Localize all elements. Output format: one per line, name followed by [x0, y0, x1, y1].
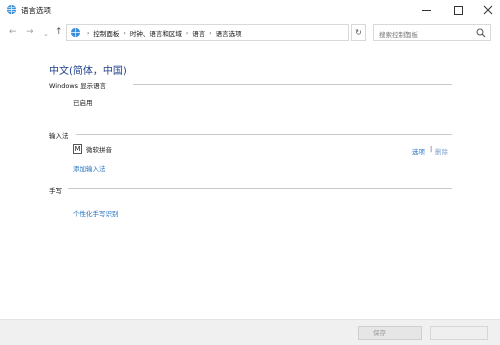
control-panel-icon — [70, 27, 81, 38]
display-language-heading: Windows 显示语言 — [49, 82, 107, 90]
refresh-button[interactable]: ↻ — [351, 24, 366, 41]
section-divider — [68, 188, 452, 189]
input-method-remove-link[interactable]: 删除 — [435, 146, 448, 156]
breadcrumb-item[interactable]: 语言选项 — [216, 28, 242, 38]
input-method-item: M 微软拼音 — [73, 144, 112, 154]
footer-bar: 保存 — [0, 319, 500, 345]
back-arrow-icon[interactable]: ← — [9, 26, 17, 38]
add-input-method-link[interactable]: 添加输入法 — [73, 163, 106, 173]
up-arrow-icon[interactable]: ↑ — [55, 26, 63, 38]
breadcrumb-item[interactable]: 控制面板 — [93, 28, 119, 38]
forward-arrow-icon[interactable]: → — [26, 26, 34, 38]
handwriting-heading: 手写 — [49, 187, 62, 195]
close-button[interactable] — [473, 0, 500, 20]
close-icon — [483, 5, 493, 15]
main-content: 中文(简体，中国) Windows 显示语言 已启用 输入法 M 微软拼音 选项… — [0, 44, 500, 319]
search-input[interactable]: 搜索控制面板 — [373, 24, 491, 41]
keyboard-layout-icon: M — [73, 144, 82, 154]
input-method-heading: 输入法 — [49, 132, 69, 140]
search-placeholder: 搜索控制面板 — [379, 31, 418, 39]
refresh-icon: ↻ — [355, 28, 362, 37]
breadcrumb-separator-icon: › — [185, 29, 189, 37]
breadcrumb-separator-icon: › — [87, 29, 90, 37]
breadcrumb-item[interactable]: 语言 — [192, 28, 205, 38]
globe-icon — [6, 4, 17, 15]
breadcrumb-separator-icon: › — [123, 29, 126, 37]
save-button[interactable]: 保存 — [358, 326, 422, 340]
section-divider — [133, 84, 452, 85]
maximize-icon — [453, 5, 463, 15]
breadcrumb-separator-icon: › — [209, 29, 212, 37]
breadcrumb: › 控制面板 › 时钟、语言和区域 › 语言 › 语言选项 — [83, 28, 242, 39]
title-bar: 语言选项 — [0, 0, 500, 20]
minimize-button[interactable] — [411, 0, 441, 20]
cancel-button[interactable] — [430, 326, 488, 340]
address-bar[interactable]: › 控制面板 › 时钟、语言和区域 › 语言 › 语言选项 ⌄ — [66, 24, 409, 41]
page-title: 中文(简体，中国) — [49, 66, 127, 77]
maximize-button[interactable] — [443, 0, 473, 20]
recent-locations-chevron-icon[interactable]: ⌄ — [43, 28, 49, 40]
minimize-icon — [421, 9, 431, 11]
input-method-name: 微软拼音 — [86, 146, 112, 154]
breadcrumb-item[interactable]: 时钟、语言和区域 — [130, 28, 182, 38]
personalize-handwriting-link[interactable]: 个性化手写识别 — [73, 208, 119, 218]
search-icon — [476, 28, 486, 38]
window-title: 语言选项 — [21, 6, 51, 15]
link-separator: | — [430, 145, 433, 153]
display-language-status: 已启用 — [73, 99, 93, 107]
navigation-bar: ← → ⌄ ↑ › 控制面板 › 时钟、语言和区域 › 语言 › 语言选项 ⌄ … — [0, 20, 500, 44]
input-method-options-link[interactable]: 选项 — [412, 146, 425, 156]
section-divider — [76, 134, 452, 135]
